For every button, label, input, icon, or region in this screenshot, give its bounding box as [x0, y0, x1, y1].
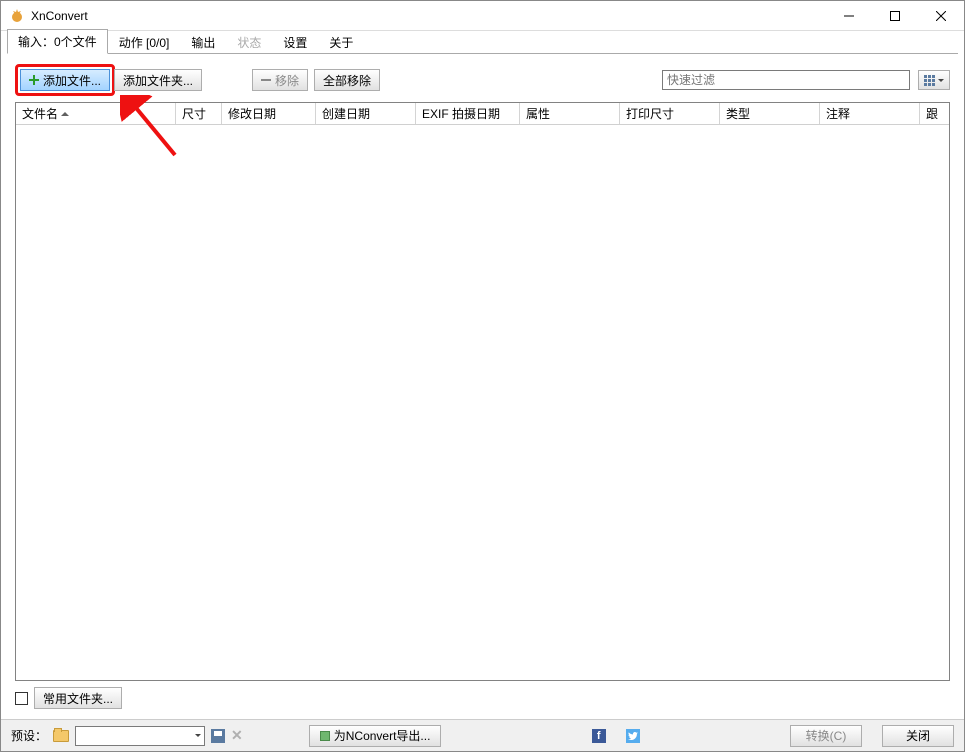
window-controls	[826, 1, 964, 31]
remove-all-button[interactable]: 全部移除	[314, 69, 380, 91]
close-app-button[interactable]: 关闭	[882, 725, 954, 747]
tab-settings[interactable]: 设置	[272, 30, 318, 54]
export-label: 为NConvert导出...	[334, 727, 431, 744]
col-filename-label: 文件名	[22, 105, 58, 122]
annotation-highlight: 添加文件...	[15, 64, 115, 96]
window-title: XnConvert	[31, 9, 826, 23]
col-exif-date[interactable]: EXIF 拍摄日期	[416, 103, 520, 124]
col-modified[interactable]: 修改日期	[222, 103, 316, 124]
tab-actions[interactable]: 动作 [0/0]	[108, 30, 181, 54]
table-header: 文件名 尺寸 修改日期 创建日期 EXIF 拍摄日期 属性 打印尺寸 类型 注释…	[16, 103, 949, 125]
convert-button[interactable]: 转换(C)	[790, 725, 862, 747]
export-nconvert-button[interactable]: 为NConvert导出...	[309, 725, 442, 747]
col-type[interactable]: 类型	[720, 103, 820, 124]
sort-asc-icon	[61, 112, 69, 116]
view-mode-button[interactable]	[918, 70, 950, 90]
chevron-down-icon	[195, 734, 201, 737]
convert-label: 转换(C)	[806, 727, 847, 744]
status-bar: 预设： ✕ 为NConvert导出... f 转换(C) 关闭	[1, 719, 964, 751]
tab-output[interactable]: 输出	[180, 30, 226, 54]
save-icon[interactable]	[211, 729, 225, 743]
add-folder-button[interactable]: 添加文件夹...	[114, 69, 202, 91]
col-size[interactable]: 尺寸	[176, 103, 222, 124]
tab-strip: 输入：0个文件 动作 [0/0] 输出 状态 设置 关于	[1, 31, 964, 53]
fav-folders-label: 常用文件夹...	[43, 690, 113, 707]
fav-folders-button[interactable]: 常用文件夹...	[34, 687, 122, 709]
col-comment[interactable]: 注释	[820, 103, 920, 124]
chevron-down-icon	[938, 79, 944, 82]
add-files-label: 添加文件...	[43, 72, 101, 89]
app-icon	[9, 8, 25, 24]
col-print-size[interactable]: 打印尺寸	[620, 103, 720, 124]
add-files-button[interactable]: 添加文件...	[20, 69, 110, 91]
maximize-button[interactable]	[872, 1, 918, 31]
close-label: 关闭	[906, 727, 930, 744]
col-created[interactable]: 创建日期	[316, 103, 416, 124]
tab-about[interactable]: 关于	[318, 30, 364, 54]
preset-label: 预设：	[11, 727, 47, 744]
fav-folders-checkbox[interactable]	[15, 692, 28, 705]
table-body[interactable]	[16, 125, 949, 680]
minimize-button[interactable]	[826, 1, 872, 31]
toolbar: 添加文件... 添加文件夹... 移除 全部移除	[1, 54, 964, 102]
twitter-icon[interactable]	[626, 729, 640, 743]
under-table-row: 常用文件夹...	[1, 681, 964, 719]
grid-icon	[924, 75, 935, 86]
add-folder-label: 添加文件夹...	[123, 72, 193, 89]
remove-all-label: 全部移除	[323, 72, 371, 89]
col-filename[interactable]: 文件名	[16, 103, 176, 124]
col-path[interactable]: 跟	[920, 103, 949, 124]
delete-icon[interactable]: ✕	[231, 727, 243, 744]
filter-input[interactable]	[662, 70, 910, 90]
plus-icon	[29, 75, 39, 85]
col-attributes[interactable]: 属性	[520, 103, 620, 124]
export-icon	[320, 731, 330, 741]
remove-button[interactable]: 移除	[252, 69, 308, 91]
file-table: 文件名 尺寸 修改日期 创建日期 EXIF 拍摄日期 属性 打印尺寸 类型 注释…	[15, 102, 950, 681]
titlebar: XnConvert	[1, 1, 964, 31]
close-button[interactable]	[918, 1, 964, 31]
tab-status[interactable]: 状态	[226, 30, 272, 54]
minus-icon	[261, 75, 271, 85]
preset-combo[interactable]	[75, 726, 205, 746]
tab-input[interactable]: 输入：0个文件	[7, 29, 108, 54]
folder-icon[interactable]	[53, 730, 69, 742]
remove-label: 移除	[275, 72, 299, 89]
facebook-icon[interactable]: f	[592, 729, 606, 743]
